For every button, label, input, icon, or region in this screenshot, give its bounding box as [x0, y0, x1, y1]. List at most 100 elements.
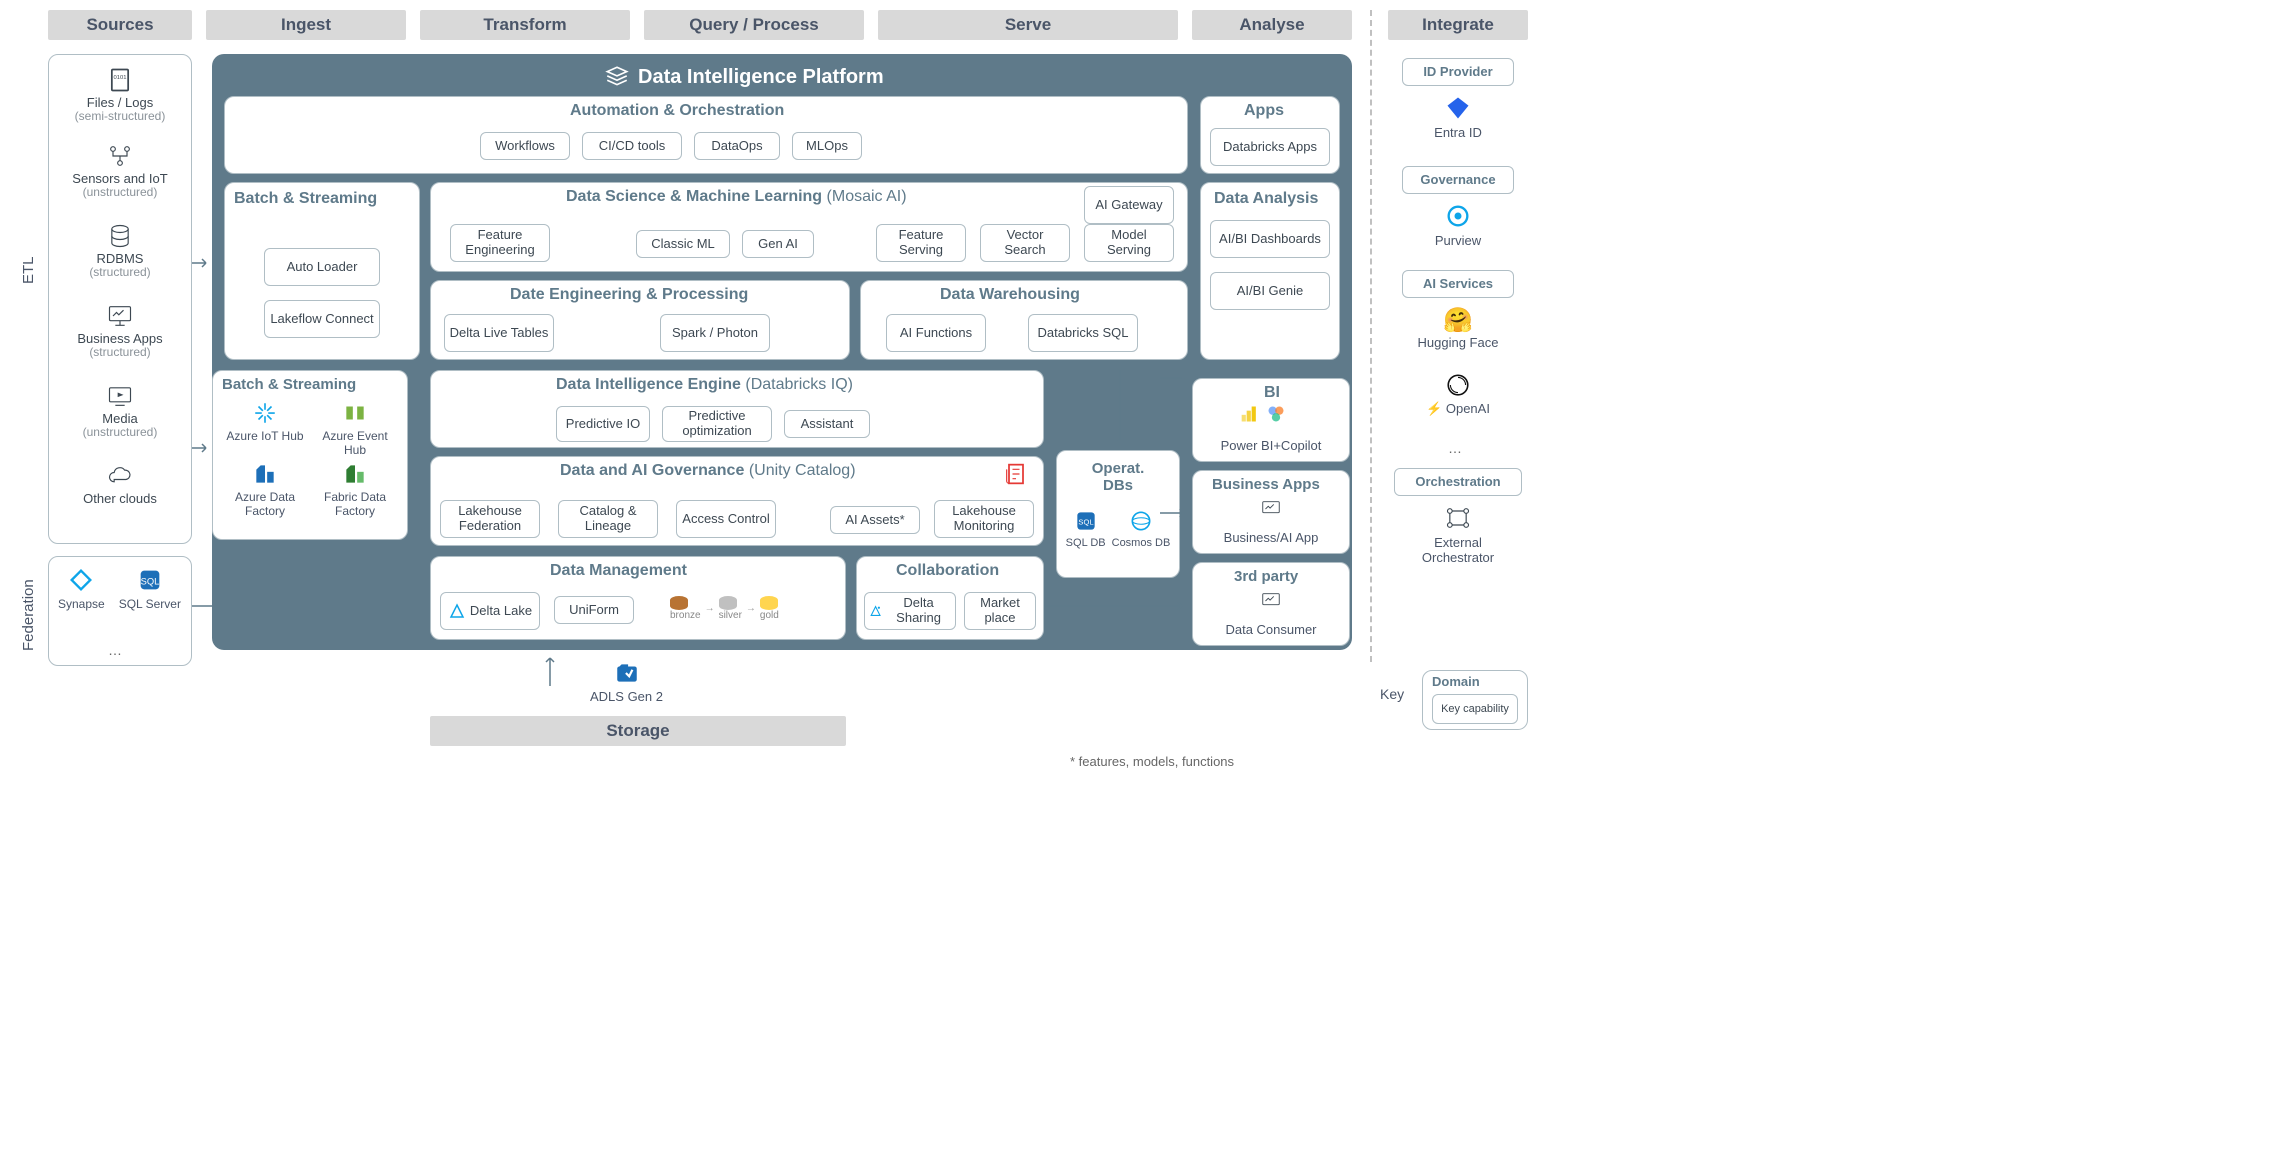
app-icon — [1258, 498, 1284, 520]
apps-title: Apps — [1244, 102, 1284, 120]
adls-icon — [612, 660, 642, 686]
bi-label: Power BI+Copilot — [1202, 438, 1340, 453]
col-integrate: Integrate — [1388, 10, 1528, 40]
bizapps-out-title: Business Apps — [1212, 476, 1320, 493]
integrate-hf: 🤗 Hugging Face — [1396, 306, 1520, 350]
fabric-icon — [342, 461, 368, 487]
col-query: Query / Process — [644, 10, 864, 40]
chip-access: Access Control — [676, 500, 776, 538]
cosmos-icon — [1128, 508, 1154, 534]
bi-title: BI — [1264, 384, 1280, 402]
source-bizapps: Business Apps(structured) — [50, 302, 190, 359]
key-label: Key — [1380, 686, 1404, 702]
cloud-icon — [106, 462, 134, 490]
thirdparty-title: 3rd party — [1234, 568, 1298, 585]
adf-icon — [252, 461, 278, 487]
chip-dataops: DataOps — [694, 132, 780, 160]
chip-autoloader: Auto Loader — [264, 248, 380, 286]
chip-lh-federation: Lakehouse Federation — [440, 500, 540, 538]
chip-dlt: Delta Live Tables — [444, 314, 554, 352]
row-label-etl: ETL — [20, 230, 37, 310]
chip-gen-ai: Gen AI — [742, 230, 814, 258]
openai-icon — [1445, 372, 1471, 398]
chip-vector-search: Vector Search — [980, 224, 1070, 262]
data-analysis-panel — [1200, 182, 1340, 360]
footnote: * features, models, functions — [1070, 754, 1234, 769]
integrate-external: External Orchestrator — [1402, 504, 1514, 565]
orchestrator-icon — [1444, 504, 1472, 532]
integrate-more: … — [1448, 440, 1462, 456]
source-otherclouds: Other clouds — [50, 462, 190, 506]
svg-text:0101: 0101 — [114, 75, 127, 81]
source-rdbms: RDBMS(structured) — [50, 222, 190, 279]
row-label-federation: Federation — [20, 565, 37, 665]
data-mgmt-title: Data Management — [550, 562, 687, 580]
layers-icon — [604, 64, 630, 90]
svg-text:SQL: SQL — [1078, 517, 1093, 526]
col-ingest: Ingest — [206, 10, 406, 40]
chip-aibi-genie: AI/BI Genie — [1210, 272, 1330, 310]
monitor-icon — [106, 302, 134, 330]
chip-spark: Spark / Photon — [660, 314, 770, 352]
sharing-icon — [869, 603, 882, 619]
synapse-icon — [67, 566, 95, 594]
sqlserver-icon: SQL — [136, 566, 164, 594]
iothub-icon — [252, 400, 278, 426]
key-capability: Key capability — [1432, 694, 1518, 724]
integrate-ai-services: AI Services — [1402, 270, 1514, 298]
delta-icon — [448, 602, 466, 620]
chip-feature-eng: Feature Engineering — [450, 224, 550, 262]
integrate-openai: ⚡ OpenAI — [1410, 372, 1506, 417]
entra-icon — [1444, 94, 1472, 122]
platform-title: Data Intelligence Platform — [604, 64, 884, 90]
chip-workflows: Workflows — [480, 132, 570, 160]
integrate-purview: Purview — [1410, 202, 1506, 248]
chip-aibi-dashboards: AI/BI Dashboards — [1210, 220, 1330, 258]
sqldb-icon: SQL — [1073, 508, 1099, 534]
source-files: 0101 Files / Logs(semi-structured) — [50, 66, 190, 123]
integrate-orchestration: Orchestration — [1394, 468, 1522, 496]
iot-icon — [106, 142, 134, 170]
integrate-entra: Entra ID — [1410, 94, 1506, 140]
col-sources: Sources — [48, 10, 192, 40]
chip-cicd: CI/CD tools — [582, 132, 682, 160]
powerbi-icon — [1240, 404, 1260, 424]
source-sensors: Sensors and IoT(unstructured) — [50, 142, 190, 199]
source-media: Media(unstructured) — [50, 382, 190, 439]
federation-more: … — [108, 642, 122, 658]
governance-title: Data and AI Governance (Unity Catalog) — [560, 462, 856, 480]
federation-icons: Synapse SQL SQL Server — [58, 566, 181, 611]
chip-uniform: UniForm — [554, 596, 634, 624]
svg-text:SQL: SQL — [140, 577, 159, 587]
consumer-icon — [1258, 590, 1284, 612]
bi-icons — [1240, 404, 1286, 424]
collab-title: Collaboration — [896, 562, 999, 580]
separator — [1370, 10, 1372, 662]
copilot-icon — [1266, 404, 1286, 424]
chip-delta-sharing: Delta Sharing — [864, 592, 956, 630]
de-title: Date Engineering & Processing — [510, 286, 748, 304]
chip-ai-gateway: AI Gateway — [1084, 186, 1174, 224]
chip-lakeflow: Lakeflow Connect — [264, 300, 380, 338]
chip-delta-lake: Delta Lake — [440, 592, 540, 630]
col-serve: Serve — [878, 10, 1178, 40]
thirdparty-label: Data Consumer — [1202, 622, 1340, 637]
chip-classic-ml: Classic ML — [636, 230, 730, 258]
col-analyse: Analyse — [1192, 10, 1352, 40]
bs-azure-title: Batch & Streaming — [222, 376, 356, 393]
opdbs-title: Operat. DBs — [1082, 460, 1154, 494]
data-analysis-title: Data Analysis — [1214, 190, 1318, 208]
chip-catalog: Catalog & Lineage — [558, 500, 658, 538]
eventhub-icon — [342, 400, 368, 426]
storage-label: Storage — [430, 716, 846, 746]
chip-predictive-opt: Predictive optimization — [662, 406, 772, 442]
chip-assistant: Assistant — [784, 410, 870, 438]
bizapps-out-label: Business/AI App — [1202, 530, 1340, 545]
media-icon — [106, 382, 134, 410]
database-icon — [106, 222, 134, 250]
chip-mlops: MLOps — [792, 132, 862, 160]
integrate-id-provider: ID Provider — [1402, 58, 1514, 86]
chip-monitoring: Lakehouse Monitoring — [934, 500, 1034, 538]
file-icon: 0101 — [106, 66, 134, 94]
integrate-governance: Governance — [1402, 166, 1514, 194]
